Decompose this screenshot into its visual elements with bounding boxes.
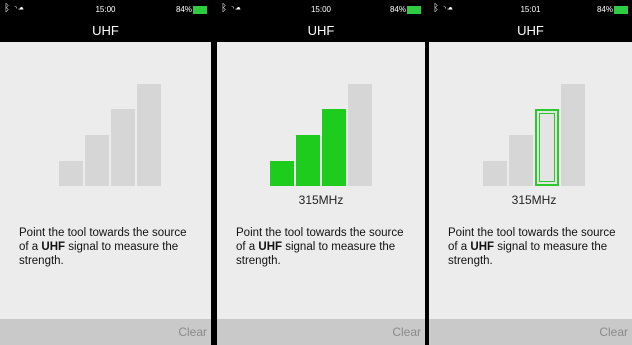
instruction-text: Point the tool towards the source of a U… xyxy=(19,227,187,267)
phone-screen-2: ᛒ◝☁ 15:00 84% UHF 315MHz Point the tool … xyxy=(217,0,425,345)
phone-screen-3: ᛒ◝☁ 15:01 84% UHF 315MHz Point the tool … xyxy=(429,0,632,345)
frequency-readout: 315MHz xyxy=(298,193,344,207)
status-bar: ᛒ◝☁ 15:00 84% xyxy=(0,0,211,20)
battery: 84% xyxy=(176,5,207,14)
page-title: UHF xyxy=(429,20,632,42)
signal-bar-3 xyxy=(322,109,346,186)
signal-bar-3 xyxy=(535,109,559,186)
signal-bar-1 xyxy=(483,161,507,186)
battery-percent: 84% xyxy=(596,5,613,14)
signal-bar-1 xyxy=(59,161,83,186)
battery-percent: 84% xyxy=(389,5,406,14)
page-title: UHF xyxy=(217,20,425,42)
signal-bar-1 xyxy=(270,161,294,186)
battery: 84% xyxy=(597,5,628,14)
signal-bar-3 xyxy=(111,109,135,186)
clear-button[interactable]: Clear xyxy=(599,325,628,339)
signal-strength-meter xyxy=(59,84,163,186)
status-bar: ᛒ◝☁ 15:01 84% xyxy=(429,0,632,20)
bottom-bar: Clear xyxy=(0,319,211,345)
clear-button[interactable]: Clear xyxy=(178,325,207,339)
battery: 84% xyxy=(390,5,421,14)
signal-bar-2 xyxy=(509,135,533,186)
instruction-text: Point the tool towards the source of a U… xyxy=(448,227,616,267)
phone-screen-1: ᛒ◝☁ 15:00 84% UHF Point the tool towards… xyxy=(0,0,211,345)
signal-bar-4 xyxy=(348,84,372,186)
signal-bar-4 xyxy=(561,84,585,186)
signal-bar-4 xyxy=(137,84,161,186)
bottom-bar: Clear xyxy=(217,319,425,345)
instruction-text: Point the tool towards the source of a U… xyxy=(236,227,404,267)
signal-bar-2 xyxy=(296,135,320,186)
battery-icon xyxy=(193,5,207,14)
bottom-bar: Clear xyxy=(429,319,632,345)
page-title: UHF xyxy=(0,20,211,42)
battery-percent: 84% xyxy=(175,5,192,14)
signal-bar-2 xyxy=(85,135,109,186)
battery-icon xyxy=(407,5,421,14)
clear-button[interactable]: Clear xyxy=(392,325,421,339)
battery-icon xyxy=(614,5,628,14)
status-bar: ᛒ◝☁ 15:00 84% xyxy=(217,0,425,20)
signal-strength-meter xyxy=(483,84,587,186)
frequency-readout: 315MHz xyxy=(511,193,557,207)
signal-strength-meter xyxy=(270,84,374,186)
